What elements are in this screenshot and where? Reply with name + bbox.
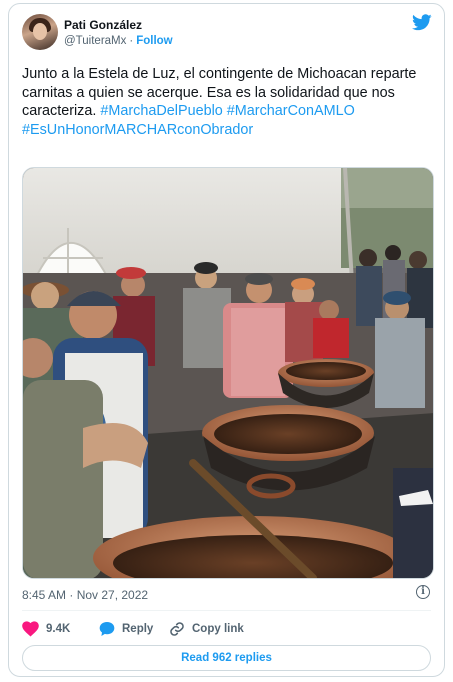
- speech-bubble-icon: [99, 622, 115, 636]
- hashtag-link[interactable]: #MarchaDelPueblo: [100, 103, 222, 119]
- copy-link-button[interactable]: Copy link: [169, 621, 244, 637]
- like-button[interactable]: 9.4K: [22, 621, 70, 637]
- hashtag-link[interactable]: #EsUnHonorMARCHARconObrador: [22, 121, 434, 140]
- twitter-bird-icon[interactable]: [412, 14, 432, 31]
- avatar-face: [33, 23, 47, 40]
- photo-illustration: [23, 168, 433, 578]
- tweet-card: Pati González @TuiteraMx · Follow Junto a …: [8, 3, 445, 677]
- reply-label: Reply: [122, 623, 154, 635]
- avatar[interactable]: [22, 14, 58, 50]
- author-handle[interactable]: @TuiteraMx: [64, 35, 126, 47]
- tweet-timestamp[interactable]: 8:45 AM · Nov 27, 2022: [22, 588, 148, 602]
- tweet-text-block: Junto a la Estela de Luz, el contingente…: [22, 65, 434, 139]
- copy-link-label: Copy link: [192, 623, 244, 635]
- reply-button[interactable]: Reply: [99, 621, 153, 637]
- divider: [22, 610, 431, 611]
- info-icon[interactable]: i: [416, 585, 430, 599]
- follow-button[interactable]: Follow: [136, 35, 172, 47]
- tweet-photo[interactable]: [22, 167, 434, 579]
- separator-dot: ·: [129, 35, 134, 47]
- author-name[interactable]: Pati González: [64, 18, 142, 32]
- read-replies-button[interactable]: Read 962 replies: [22, 645, 431, 671]
- like-count: 9.4K: [46, 623, 71, 635]
- link-icon: [170, 622, 184, 636]
- author-handle-row: @TuiteraMx · Follow: [64, 35, 173, 47]
- hashtag-link[interactable]: #MarcharConAMLO: [227, 103, 355, 119]
- heart-icon: [22, 621, 39, 637]
